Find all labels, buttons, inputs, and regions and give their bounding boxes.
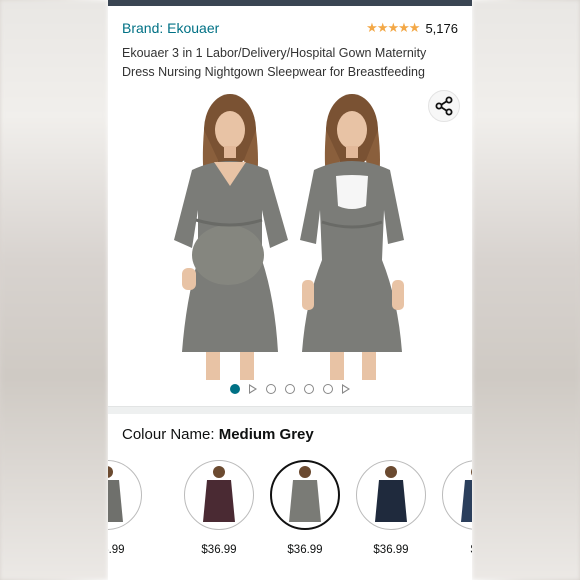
product-photo-1: [174, 94, 288, 380]
video-play-icon[interactable]: [342, 384, 350, 394]
swatch-burgundy-image: [184, 460, 254, 530]
product-title: Ekouaer 3 in 1 Labor/Delivery/Hospital G…: [122, 46, 427, 79]
swatch-burgundy-dress-icon: [203, 466, 235, 522]
swatch-grey[interactable]: $36.99: [108, 460, 142, 556]
pagination-dot[interactable]: [266, 384, 276, 394]
product-image-gallery[interactable]: [108, 86, 472, 380]
colour-selected-value: Medium Grey: [218, 426, 314, 443]
video-play-icon[interactable]: [249, 384, 257, 394]
product-photo-2: [300, 94, 404, 380]
share-button[interactable]: [428, 90, 460, 122]
swatch-blue-dress-icon: [461, 468, 472, 522]
swatch-navy-image: [356, 460, 426, 530]
pagination-dot-active[interactable]: [230, 384, 240, 394]
swatch-price: $3: [442, 544, 472, 556]
swatch-price: $36.99: [287, 544, 323, 556]
colour-label: Colour Name:: [122, 426, 219, 443]
section-divider: [108, 406, 472, 414]
swatch-grey-dress-icon: [108, 466, 123, 522]
rating-stars-icon: ★★★★★: [366, 20, 420, 35]
swatch-burgundy[interactable]: $36.99: [184, 460, 254, 556]
swatch-price: $36.99: [373, 544, 409, 556]
swatch-price: $36.99: [108, 544, 125, 556]
brand-row: Brand: Ekouaer ★★★★★ 5,176: [122, 18, 458, 38]
product-page: Brand: Ekouaer ★★★★★ 5,176 Ekouaer 3 in …: [108, 0, 472, 580]
background-right: [472, 0, 580, 580]
swatch-navy[interactable]: $36.99: [356, 460, 426, 556]
colour-name-row: Colour Name: Medium Grey: [108, 414, 472, 452]
pagination-dot[interactable]: [304, 384, 314, 394]
swatch-blue-image: [442, 460, 472, 530]
swatch-navy-dress-icon: [375, 466, 407, 522]
pagination-dot[interactable]: [323, 384, 333, 394]
rating[interactable]: ★★★★★ 5,176: [366, 20, 458, 36]
swatch-blue[interactable]: $3: [442, 460, 472, 556]
swatch-medium-grey-dress-icon: [289, 466, 321, 522]
swatch-medium-grey[interactable]: $36.99: [270, 460, 340, 556]
brand-link[interactable]: Brand: Ekouaer: [122, 20, 219, 36]
colour-swatch-list[interactable]: $36.99 $36.99 $36.99: [108, 452, 472, 572]
gallery-pagination[interactable]: [108, 378, 472, 400]
background-left: [0, 0, 108, 580]
product-header: Brand: Ekouaer ★★★★★ 5,176 Ekouaer 3 in …: [108, 6, 472, 82]
swatch-grey-image: [108, 460, 142, 530]
swatch-medium-grey-image: [270, 460, 340, 530]
swatch-price: $36.99: [201, 544, 237, 556]
rating-count: 5,176: [425, 20, 458, 36]
share-icon: [435, 96, 453, 116]
pagination-dot[interactable]: [285, 384, 295, 394]
